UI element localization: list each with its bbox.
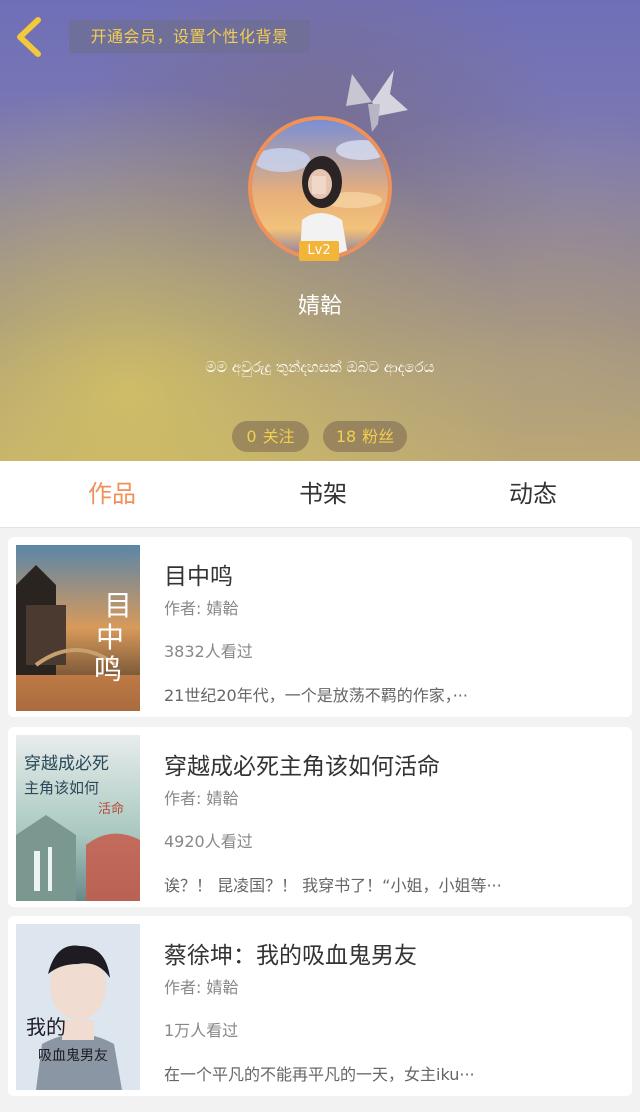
book-views: 1万人看过 [164, 1021, 239, 1040]
avatar[interactable] [248, 116, 392, 260]
cover-title-text: 活命 [98, 801, 124, 817]
book-author: 作者: 婧韐 [164, 978, 239, 997]
book-cover-image: 我的 吸血鬼男友 [16, 924, 140, 1090]
tab-activity[interactable]: 动态 [473, 461, 593, 527]
cover-title-text: 主角该如何 [24, 779, 99, 797]
fans-label: 粉丝 [362, 427, 395, 446]
following-count-button[interactable]: 0 关注 [232, 421, 309, 452]
book-cover-image: 穿越成必死 主角该如何 活命 [16, 735, 140, 901]
book-cover[interactable]: 我的 吸血鬼男友 [16, 924, 140, 1090]
book-description: 诶？！ 昆凌国？！ 我穿书了！“小姐，小姐等··· [164, 876, 502, 895]
profile-tabs: 作品 书架 动态 [0, 461, 640, 528]
cover-title-text: 我的 [26, 1015, 66, 1039]
user-bio: මම අවුරුදු තුන්දහසක් ඔබට ආදරෙය [205, 358, 435, 376]
following-label: 关注 [262, 427, 295, 446]
back-button[interactable] [10, 14, 50, 60]
cover-title-text: 吸血鬼男友 [38, 1048, 108, 1064]
cover-title-text: 鸣 [94, 653, 122, 686]
fans-count-button[interactable]: 18 粉丝 [323, 421, 407, 452]
tab-works[interactable]: 作品 [52, 461, 172, 527]
book-views: 3832人看过 [164, 642, 253, 661]
username: 婧韐 [297, 294, 342, 319]
cover-title-text: 穿越成必死 [24, 754, 109, 774]
following-count: 0 [246, 427, 257, 446]
cover-title-text: 目 [104, 589, 132, 622]
fans-count: 18 [335, 427, 357, 446]
book-description: 21世纪20年代，一个是放荡不羁的作家，··· [164, 686, 468, 705]
book-cover[interactable]: 目 中 鸣 [16, 545, 140, 711]
avatar-container[interactable]: Lv2 [248, 116, 392, 261]
book-description: 在一个平凡的不能再平凡的一天，女主iku··· [164, 1065, 475, 1084]
tab-bookshelf[interactable]: 书架 [263, 461, 383, 527]
book-card[interactable]: 穿越成必死 主角该如何 活命 穿越成必死主角该如何活命 作者: 婧韐 4920人… [8, 727, 632, 907]
book-cover-image: 目 中 鸣 [16, 545, 140, 711]
book-card[interactable]: 目 中 鸣 目中鸣 作者: 婧韐 3832人看过 21世纪20年代，一个是放荡不… [8, 537, 632, 717]
book-cover[interactable]: 穿越成必死 主角该如何 活命 [16, 735, 140, 901]
book-title[interactable]: 目中鸣 [164, 557, 233, 591]
book-author: 作者: 婧韐 [164, 789, 239, 808]
vip-background-banner[interactable]: 开通会员，设置个性化背景 [69, 20, 310, 53]
cover-title-text: 中 [96, 621, 124, 654]
book-views: 4920人看过 [164, 832, 253, 851]
book-card[interactable]: 我的 吸血鬼男友 蔡徐坤：我的吸血鬼男友 作者: 婧韐 1万人看过 在一个平凡的… [8, 916, 632, 1096]
avatar-photo [252, 120, 388, 256]
chevron-left-icon [17, 17, 41, 57]
profile-header: 开通会员，设置个性化背景 Lv2 婧韐 මම අවුරුදු තුන්දහසක්… [0, 0, 640, 461]
book-title[interactable]: 穿越成必死主角该如何活命 [164, 747, 440, 781]
book-author: 作者: 婧韐 [164, 599, 239, 618]
level-badge: Lv2 [299, 241, 339, 261]
book-title[interactable]: 蔡徐坤：我的吸血鬼男友 [164, 936, 417, 970]
